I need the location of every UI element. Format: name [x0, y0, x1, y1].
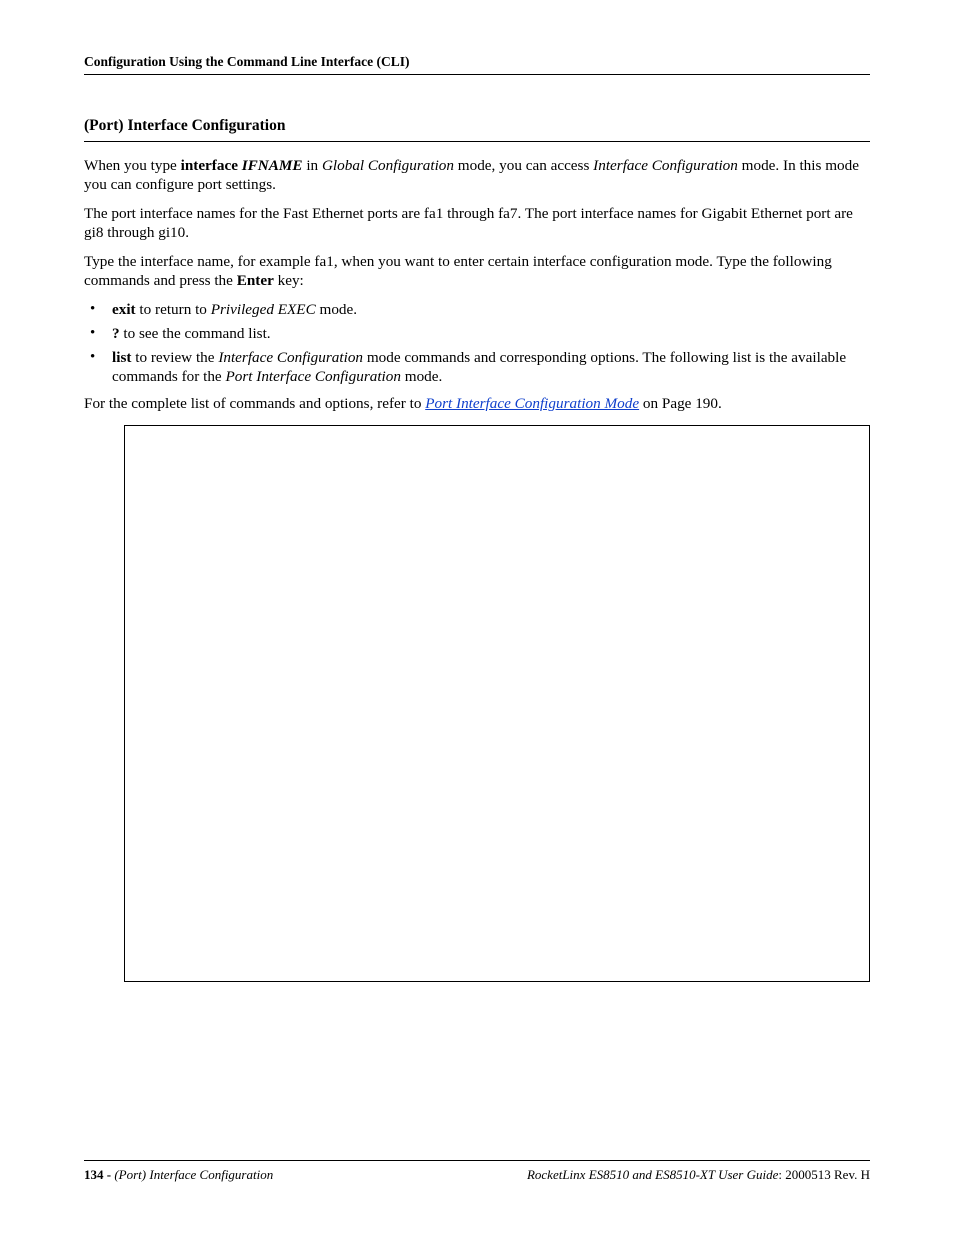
page: Configuration Using the Command Line Int…: [0, 0, 954, 1235]
list-item: list to review the Interface Configurati…: [84, 348, 870, 386]
text: to review the: [131, 349, 218, 366]
command-name: exit: [112, 301, 136, 318]
command-name: list: [112, 349, 131, 366]
figure-placeholder: [124, 425, 870, 982]
text: in: [303, 157, 322, 174]
footer-right: RocketLinx ES8510 and ES8510-XT User Gui…: [527, 1167, 870, 1183]
footer-guide: RocketLinx ES8510 and ES8510-XT User Gui…: [527, 1167, 778, 1182]
text: key:: [274, 272, 304, 289]
text: to return to: [136, 301, 211, 318]
command-name: ?: [112, 325, 120, 342]
paragraph-1: When you type interface IFNAME in Global…: [84, 156, 870, 194]
key-name: Enter: [237, 272, 274, 289]
text: For the complete list of commands and op…: [84, 395, 425, 412]
text: Type the interface name, for example fa1…: [84, 253, 832, 289]
footer-rev: : 2000513 Rev. H: [778, 1167, 870, 1182]
list-item: ? to see the command list.: [84, 324, 870, 343]
page-footer: 134 - (Port) Interface Configuration Roc…: [84, 1160, 870, 1183]
footer-section: (Port) Interface Configuration: [114, 1167, 273, 1182]
text: mode.: [401, 368, 442, 385]
bullet-list: exit to return to Privileged EXEC mode. …: [84, 300, 870, 386]
footer-left: 134 - (Port) Interface Configuration: [84, 1167, 273, 1183]
section-title: (Port) Interface Configuration: [84, 117, 870, 142]
command-name: interface: [181, 157, 238, 174]
paragraph-3: Type the interface name, for example fa1…: [84, 252, 870, 290]
text: to see the command list.: [120, 325, 271, 342]
mode-name: Interface Configuration: [218, 349, 363, 366]
paragraph-2: The port interface names for the Fast Et…: [84, 204, 870, 242]
paragraph-4: For the complete list of commands and op…: [84, 394, 870, 413]
mode-name: Global Configuration: [322, 157, 454, 174]
mode-name: Interface Configuration: [593, 157, 738, 174]
text: mode, you can access: [454, 157, 593, 174]
cross-reference-link[interactable]: Port Interface Configuration Mode: [425, 395, 639, 412]
text: mode.: [316, 301, 357, 318]
body-text: When you type interface IFNAME in Global…: [84, 156, 870, 982]
text: When you type: [84, 157, 181, 174]
running-header: Configuration Using the Command Line Int…: [84, 54, 870, 75]
command-arg: IFNAME: [242, 157, 303, 174]
page-number: 134 -: [84, 1167, 114, 1182]
mode-name: Privileged EXEC: [211, 301, 316, 318]
list-item: exit to return to Privileged EXEC mode.: [84, 300, 870, 319]
mode-name: Port Interface Configuration: [225, 368, 401, 385]
text: on Page 190.: [639, 395, 722, 412]
